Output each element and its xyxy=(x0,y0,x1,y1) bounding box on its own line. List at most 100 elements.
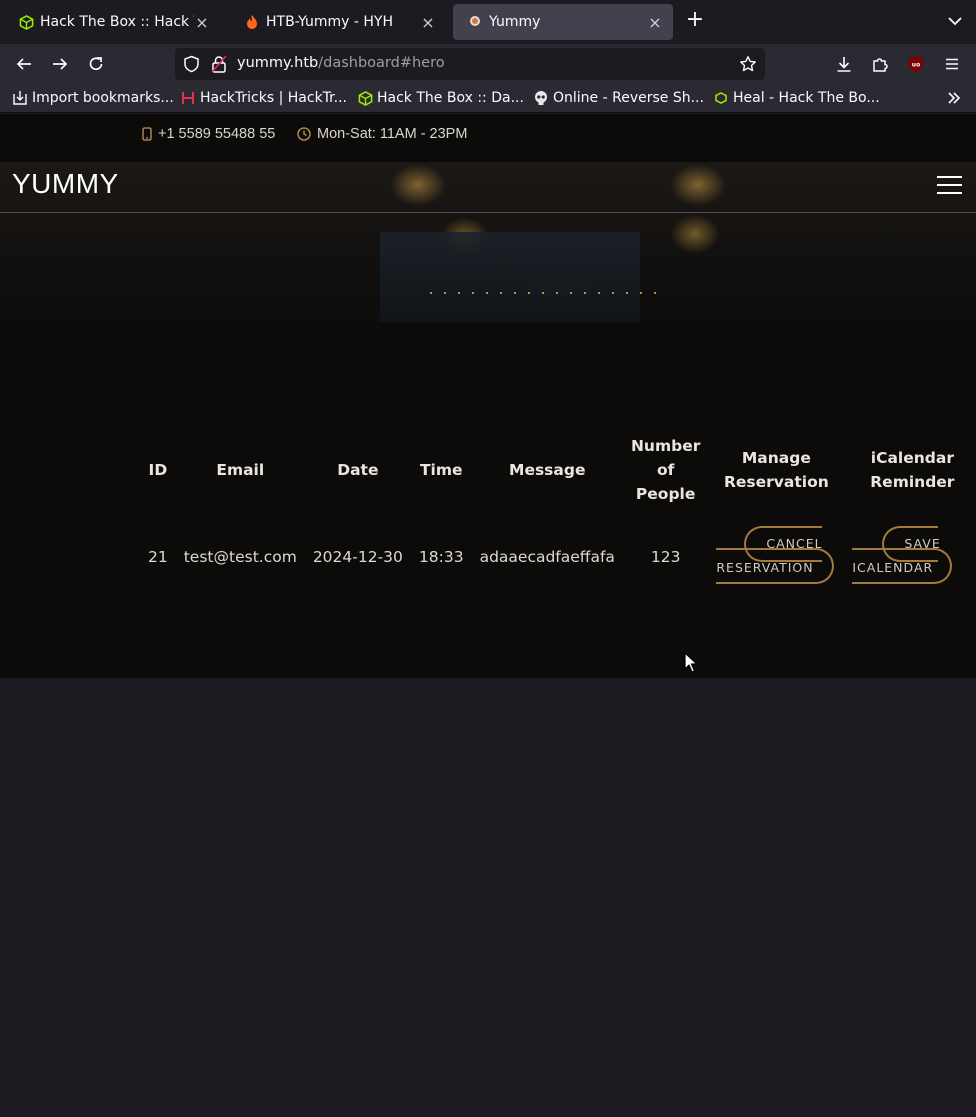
cancel-label: CANCEL xyxy=(766,536,823,551)
icalendar-label: ICALENDAR xyxy=(852,560,934,575)
import-icon xyxy=(12,90,28,106)
app-menu-button[interactable] xyxy=(940,52,964,76)
header-id: ID xyxy=(148,461,168,479)
header-time: Time xyxy=(419,461,463,479)
cell-manage: CANCEL RESERVATION xyxy=(708,510,844,604)
reservations-table: ID Email Date Time Message Number of Peo… xyxy=(140,430,976,604)
bookmark-htb-dashboard[interactable]: Hack The Box :: Da... xyxy=(357,89,524,107)
hacktricks-icon xyxy=(180,90,196,106)
cell-people: 123 xyxy=(650,548,681,566)
hero-lights xyxy=(430,292,660,294)
header-date: Date xyxy=(337,461,379,479)
bookmark-heal-htb[interactable]: Heal - Hack The Bo... xyxy=(713,89,880,107)
hamburger-line xyxy=(937,184,962,186)
bookmark-star-icon[interactable] xyxy=(739,55,757,77)
reservation-label: RESERVATION xyxy=(716,560,814,575)
header-people-line: of xyxy=(656,461,675,479)
bookmark-label: Online - Reverse Sh... xyxy=(553,90,704,106)
cell-id: 21 xyxy=(148,548,168,566)
navigation-toolbar: yummy.htb/dashboard#hero uo xyxy=(0,44,976,84)
htb-cube-icon xyxy=(18,14,34,30)
cell-time: 18:33 xyxy=(418,548,464,566)
site-header: YUMMY xyxy=(0,162,976,213)
ublock-origin-button[interactable]: uo xyxy=(904,52,928,76)
close-tab-icon[interactable]: × xyxy=(194,13,210,32)
ublock-shield-icon: uo xyxy=(909,56,923,72)
phone-info: +1 5589 55488 55 xyxy=(142,126,275,142)
site-logo[interactable]: YUMMY xyxy=(12,168,119,200)
header-manage-reservation: Manage Reservation xyxy=(708,430,844,510)
close-tab-icon[interactable]: × xyxy=(647,13,663,32)
save-label: SAVE xyxy=(904,536,941,551)
skull-icon xyxy=(533,90,549,106)
header-email: Email xyxy=(216,461,265,479)
header-people-line: People xyxy=(635,485,696,503)
more-bookmarks-button[interactable] xyxy=(946,90,962,110)
bookmark-hacktricks[interactable]: HackTricks | HackTr... xyxy=(180,89,347,107)
bookmark-label: HackTricks | HackTr... xyxy=(200,90,347,106)
phone-number: +1 5589 55488 55 xyxy=(158,126,276,142)
header-manage-line: Manage xyxy=(741,449,811,467)
tab-title: HTB-Yummy - HYH xyxy=(266,14,394,30)
save-icalendar-button[interactable]: SAVE ICALENDAR xyxy=(852,524,972,586)
header-people-line: Number xyxy=(630,437,701,455)
hamburger-line xyxy=(937,192,962,194)
back-button[interactable] xyxy=(12,52,36,76)
chevron-down-icon xyxy=(948,17,962,26)
arrow-right-icon xyxy=(53,58,68,70)
header-ical-line: iCalendar xyxy=(870,449,954,467)
mobile-nav-toggle[interactable] xyxy=(937,174,962,196)
clock-icon xyxy=(297,127,311,141)
tab-strip: Hack The Box :: Hack The Box × HTB-Yummy… xyxy=(0,0,976,44)
table-header-row: ID Email Date Time Message Number of Peo… xyxy=(140,430,976,510)
cancel-reservation-button[interactable]: CANCEL RESERVATION xyxy=(716,524,836,586)
reload-icon xyxy=(89,57,103,71)
bookmark-label: Import bookmarks... xyxy=(32,90,174,106)
tab-yummy[interactable]: Yummy × xyxy=(453,4,673,40)
tab-title: Yummy xyxy=(489,14,541,30)
bookmark-label: Heal - Hack The Bo... xyxy=(733,90,880,106)
contact-topbar: +1 5589 55488 55 Mon-Sat: 11AM - 23PM xyxy=(0,114,976,162)
cell-icalendar: SAVE ICALENDAR xyxy=(844,510,976,604)
close-tab-icon[interactable]: × xyxy=(420,13,436,32)
bookmark-label: Hack The Box :: Da... xyxy=(377,90,524,106)
url-host: yummy.htb xyxy=(237,55,319,71)
header-ical-line: Reminder xyxy=(870,473,955,491)
download-icon xyxy=(837,57,851,72)
lock-icon[interactable] xyxy=(211,55,227,77)
hamburger-line xyxy=(937,176,962,178)
list-all-tabs-button[interactable] xyxy=(946,12,964,30)
header-icalendar-reminder: iCalendar Reminder xyxy=(844,430,976,510)
new-tab-button[interactable]: + xyxy=(684,9,706,32)
page-viewport: +1 5589 55488 55 Mon-Sat: 11AM - 23PM YU… xyxy=(0,114,976,1117)
mouse-pointer-icon xyxy=(684,652,698,678)
opening-hours: Mon-Sat: 11AM - 23PM xyxy=(317,126,468,142)
bookmark-import[interactable]: Import bookmarks... xyxy=(12,89,174,107)
phone-icon xyxy=(142,127,152,141)
flame-icon xyxy=(244,14,260,30)
header-manage-line: Reservation xyxy=(723,473,829,491)
url-text: yummy.htb/dashboard#hero xyxy=(237,55,445,71)
htb-cube-icon xyxy=(357,90,373,106)
arrow-left-icon xyxy=(16,58,31,70)
extensions-button[interactable] xyxy=(868,52,892,76)
menu-icon xyxy=(946,58,958,70)
svg-text:uo: uo xyxy=(912,62,920,69)
double-chevron-right-icon xyxy=(948,92,961,104)
tab-hack-the-box[interactable]: Hack The Box :: Hack The Box × xyxy=(4,4,220,40)
downloads-button[interactable] xyxy=(832,52,856,76)
tab-htb-yummy[interactable]: HTB-Yummy - HYH × xyxy=(230,4,446,40)
bookmark-reverse-shell[interactable]: Online - Reverse Sh... xyxy=(533,89,704,107)
cell-email: test@test.com xyxy=(183,548,297,566)
reload-button[interactable] xyxy=(84,52,108,76)
tracking-shield-icon[interactable] xyxy=(183,55,200,77)
hero-window xyxy=(380,232,640,322)
hours-info: Mon-Sat: 11AM - 23PM xyxy=(297,126,467,142)
table-row: 21 test@test.com 2024-12-30 18:33 adaaec… xyxy=(140,510,976,604)
cell-message: adaaecadfaeffafa xyxy=(479,548,615,566)
address-bar[interactable]: yummy.htb/dashboard#hero xyxy=(175,48,765,80)
htb-small-icon xyxy=(713,90,729,106)
header-number-of-people: Number of People xyxy=(623,430,708,510)
puzzle-icon xyxy=(873,58,888,72)
forward-button[interactable] xyxy=(48,52,72,76)
